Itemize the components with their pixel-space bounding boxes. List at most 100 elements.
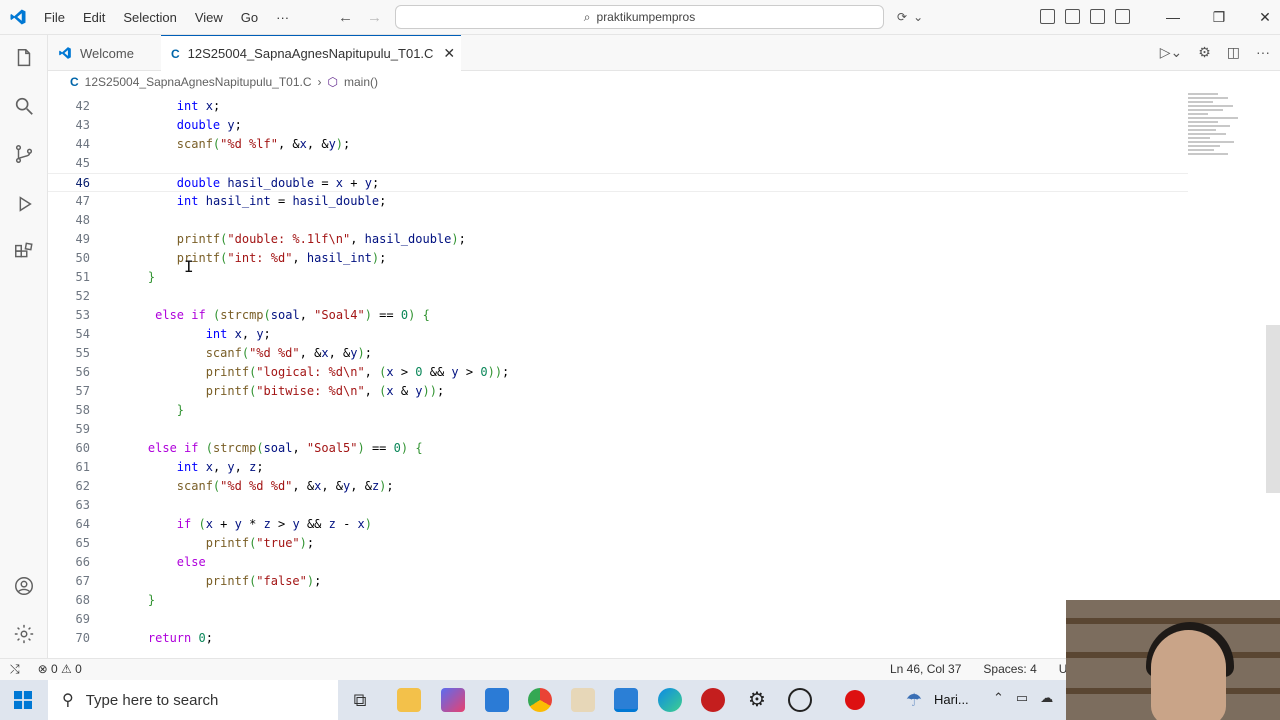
split-editor-icon[interactable]: ◫ bbox=[1227, 44, 1240, 61]
code-line[interactable]: 46 double hasil_double = x + y; bbox=[48, 173, 1188, 192]
copilot-menu[interactable]: ⟳ ⌄ bbox=[897, 6, 945, 28]
code-line[interactable]: 59 bbox=[48, 420, 1188, 439]
search-icon[interactable] bbox=[12, 95, 36, 119]
code-line[interactable]: 53 else if (strcmp(soal, "Soal4") == 0) … bbox=[48, 306, 1188, 325]
gear-icon[interactable]: ⚙ bbox=[1198, 44, 1211, 61]
code-line[interactable]: 47 int hasil_int = hasil_double; bbox=[48, 192, 1188, 211]
app-red-icon[interactable] bbox=[701, 688, 725, 712]
app-icon[interactable] bbox=[571, 688, 595, 712]
breadcrumb-symbol[interactable]: main() bbox=[344, 75, 378, 89]
code-line[interactable]: 57 printf("bitwise: %d\n", (x & y)); bbox=[48, 382, 1188, 401]
code-line[interactable]: 60 else if (strcmp(soal, "Soal5") == 0) … bbox=[48, 439, 1188, 458]
code-line[interactable]: 56 printf("logical: %d\n", (x > 0 && y >… bbox=[48, 363, 1188, 382]
code-line[interactable]: 70 return 0; bbox=[48, 629, 1188, 648]
tab-welcome[interactable]: Welcome bbox=[48, 35, 161, 71]
vscode-taskbar-icon[interactable] bbox=[614, 688, 638, 712]
layout-controls bbox=[1040, 9, 1130, 24]
mail-icon[interactable] bbox=[485, 688, 509, 712]
cursor-position[interactable]: Ln 46, Col 37 bbox=[890, 662, 961, 676]
code-line[interactable]: 66 else bbox=[48, 553, 1188, 572]
toggle-secondary-sidebar-icon[interactable] bbox=[1115, 9, 1130, 24]
menu-edit[interactable]: Edit bbox=[74, 10, 114, 25]
toggle-primary-sidebar-icon[interactable] bbox=[1065, 9, 1080, 24]
code-line[interactable]: 54 int x, y; bbox=[48, 325, 1188, 344]
source-control-icon[interactable] bbox=[12, 143, 36, 167]
code-line[interactable]: 61 int x, y, z; bbox=[48, 458, 1188, 477]
line-code: scanf("%d %d", &x, &y); bbox=[205, 346, 372, 360]
toggle-panel-icon[interactable] bbox=[1090, 9, 1105, 24]
more-actions-icon[interactable]: ··· bbox=[1256, 44, 1270, 61]
code-line[interactable]: 52 bbox=[48, 287, 1188, 306]
tray-device-icon[interactable]: ▭ bbox=[1016, 690, 1028, 706]
chrome-icon[interactable] bbox=[528, 688, 552, 712]
line-number: 49 bbox=[75, 232, 90, 246]
weather-icon[interactable]: ☂ bbox=[902, 688, 926, 712]
restore-button[interactable]: ❐ bbox=[1196, 0, 1242, 35]
forward-arrow-icon[interactable]: → bbox=[367, 9, 382, 26]
clock-app-icon[interactable] bbox=[788, 688, 812, 712]
close-icon[interactable]: ✕ bbox=[443, 45, 455, 62]
code-line[interactable]: 45 bbox=[48, 154, 1188, 173]
gear-icon[interactable] bbox=[12, 623, 36, 647]
task-view-icon[interactable]: ⧉ bbox=[348, 688, 372, 712]
line-number: 67 bbox=[75, 574, 90, 588]
customize-layout-icon[interactable] bbox=[1040, 9, 1055, 24]
problems-indicator[interactable]: ⊗ 0 ⚠ 0 bbox=[38, 662, 82, 677]
remote-icon[interactable]: ⤭ bbox=[10, 662, 20, 677]
code-line[interactable]: 44 scanf("%d %lf", &x, &y); bbox=[48, 135, 1188, 154]
run-code-icon[interactable]: ▷⌄ bbox=[1160, 44, 1183, 61]
tab-c-file[interactable]: C 12S25004_SapnaAgnesNapitupulu_T01.C ✕ bbox=[161, 35, 461, 71]
code-line[interactable]: 67 printf("false"); bbox=[48, 572, 1188, 591]
code-line[interactable]: 51 } bbox=[48, 268, 1188, 287]
line-number: 54 bbox=[75, 327, 90, 341]
menu-file[interactable]: File bbox=[35, 10, 74, 25]
run-debug-icon[interactable] bbox=[12, 193, 36, 217]
code-line[interactable]: 55 scanf("%d %d", &x, &y); bbox=[48, 344, 1188, 363]
line-number: 51 bbox=[75, 270, 90, 284]
weather-text[interactable]: Hari... bbox=[934, 692, 969, 707]
edge-icon[interactable] bbox=[658, 688, 682, 712]
indentation[interactable]: Spaces: 4 bbox=[983, 662, 1036, 676]
account-icon[interactable] bbox=[12, 575, 36, 599]
code-line[interactable]: 62 scanf("%d %d %d", &x, &y, &z); bbox=[48, 477, 1188, 496]
code-line[interactable]: 48 bbox=[48, 211, 1188, 230]
code-line[interactable]: 50 printf("int: %d", hasil_int); bbox=[48, 249, 1188, 268]
windows-start-icon[interactable] bbox=[14, 691, 32, 709]
line-code: printf("false"); bbox=[205, 574, 322, 588]
code-line[interactable]: 49 printf("double: %.1lf\n", hasil_doubl… bbox=[48, 230, 1188, 249]
chevron-up-icon[interactable]: ⌃ bbox=[993, 690, 1004, 706]
code-line[interactable]: 65 printf("true"); bbox=[48, 534, 1188, 553]
file-explorer-icon[interactable] bbox=[397, 688, 421, 712]
code-editor[interactable]: 42 int x; 43 double y; 44 scanf("%d %lf", … bbox=[48, 93, 1280, 658]
menu-go[interactable]: Go bbox=[232, 10, 267, 25]
record-icon[interactable] bbox=[845, 690, 865, 710]
text-cursor-icon: I bbox=[184, 257, 194, 276]
line-number: 70 bbox=[75, 631, 90, 645]
line-code: printf("bitwise: %d\n", (x & y)); bbox=[205, 384, 445, 398]
code-line[interactable]: 69 bbox=[48, 610, 1188, 629]
explorer-icon[interactable] bbox=[12, 47, 36, 71]
cloud-icon[interactable]: ☁ bbox=[1040, 690, 1053, 706]
code-line[interactable]: 64 if (x + y * z > y && z - x) bbox=[48, 515, 1188, 534]
menu-view[interactable]: View bbox=[186, 10, 232, 25]
menu-selection[interactable]: Selection bbox=[114, 10, 185, 25]
breadcrumb-file[interactable]: 12S25004_SapnaAgnesNapitupulu_T01.C bbox=[85, 75, 312, 89]
vertical-scrollbar[interactable] bbox=[1266, 325, 1280, 493]
extensions-icon[interactable] bbox=[12, 241, 36, 265]
minimize-button[interactable]: — bbox=[1150, 0, 1196, 35]
settings-icon[interactable]: ⚙ bbox=[745, 688, 769, 712]
minimap[interactable] bbox=[1188, 93, 1258, 193]
command-center-search[interactable]: ⌕ praktikumpempros bbox=[395, 5, 884, 29]
menu-more[interactable]: ··· bbox=[267, 10, 298, 25]
back-arrow-icon[interactable]: ← bbox=[338, 9, 353, 26]
code-line[interactable]: 63 bbox=[48, 496, 1188, 515]
code-line[interactable]: 68 } bbox=[48, 591, 1188, 610]
close-window-button[interactable]: ✕ bbox=[1242, 0, 1280, 35]
copilot-app-icon[interactable] bbox=[441, 688, 465, 712]
code-line[interactable]: 42 int x; bbox=[48, 97, 1188, 116]
taskbar-search-box[interactable]: ⚲ Type here to search bbox=[48, 680, 338, 720]
code-line[interactable]: 43 double y; bbox=[48, 116, 1188, 135]
line-code: int x; bbox=[176, 99, 221, 113]
code-line[interactable]: 58 } bbox=[48, 401, 1188, 420]
taskbar-search-placeholder: Type here to search bbox=[85, 691, 219, 709]
